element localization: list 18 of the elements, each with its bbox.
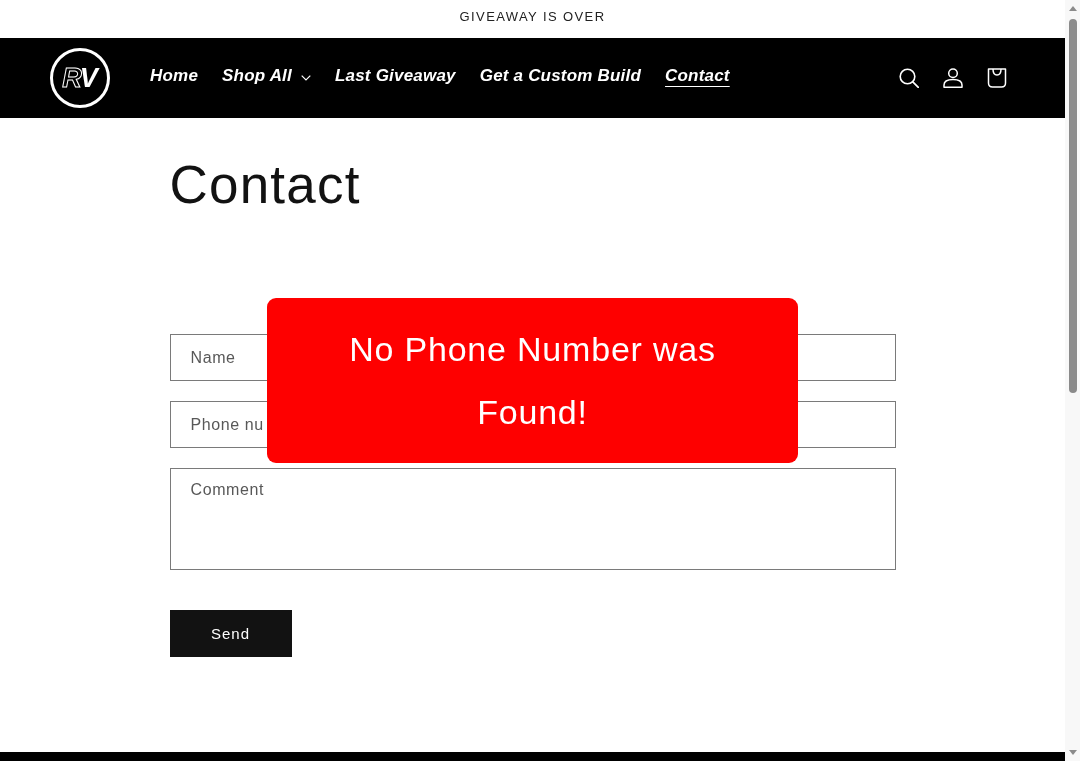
caret-icon [300, 75, 311, 81]
page-title: Contact [169, 154, 362, 216]
nav-link[interactable]: Last Giveaway [334, 66, 456, 86]
scrollbar-thumb[interactable] [1068, 19, 1077, 393]
person-icon [943, 68, 963, 88]
scroll-up-arrow-icon[interactable] [1068, 6, 1077, 11]
scroll-down-arrow-icon[interactable] [1068, 750, 1077, 755]
comment-field[interactable]: Comment [169, 468, 896, 570]
nav-link[interactable]: Shop All [222, 66, 311, 86]
search-icon [899, 68, 919, 88]
nav-link[interactable]: Contact [665, 66, 730, 86]
announcement-text: GIVEAWAY IS OVER [459, 8, 606, 24]
nav-link[interactable]: Home [150, 66, 199, 86]
logo[interactable]: RV [50, 48, 110, 108]
send-button[interactable]: Send [169, 610, 292, 657]
bag-icon [987, 68, 1007, 88]
error-toast: No Phone Number was Found! [267, 298, 798, 463]
nav-link[interactable]: Get a Custom Build [479, 66, 642, 86]
